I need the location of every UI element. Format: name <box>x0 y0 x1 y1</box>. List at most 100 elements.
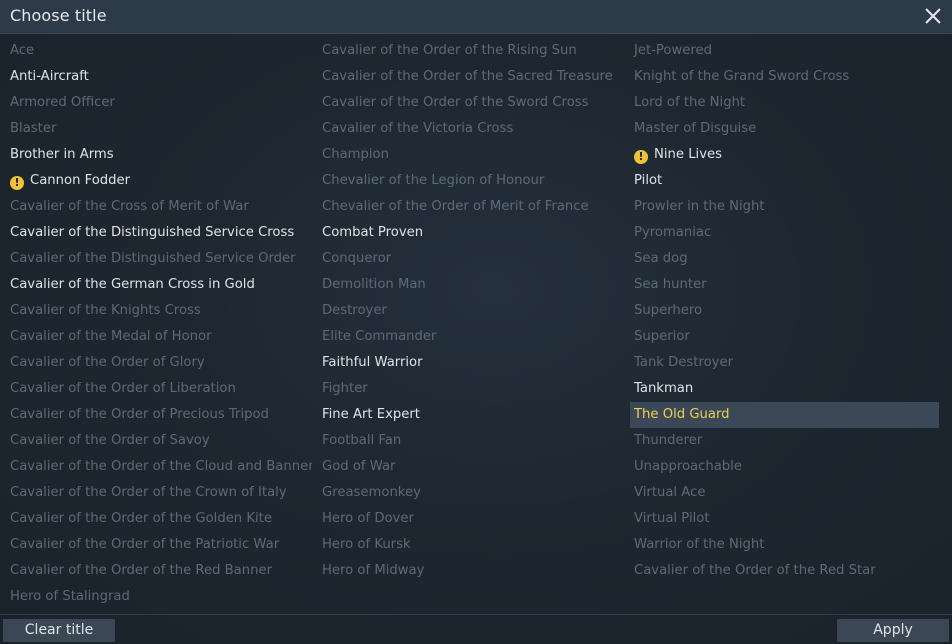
title-item[interactable]: Cavalier of the Order of Liberation <box>0 376 312 402</box>
title-item[interactable]: Anti-Aircraft <box>0 64 312 90</box>
title-item-label: Cavalier of the Order of the Cloud and B… <box>10 459 312 474</box>
title-item[interactable]: Ace <box>0 38 312 64</box>
title-item[interactable]: Cavalier of the Order of the Sword Cross <box>312 90 624 116</box>
title-item[interactable]: Sea hunter <box>624 272 936 298</box>
title-item[interactable]: Thunderer <box>624 428 936 454</box>
title-item[interactable]: Blaster <box>0 116 312 142</box>
title-item[interactable]: Hero of Stalingrad <box>0 584 312 610</box>
title-item-label: Hero of Midway <box>322 563 425 578</box>
title-item[interactable]: Cavalier of the Order of Precious Tripod <box>0 402 312 428</box>
title-item[interactable]: Prowler in the Night <box>624 194 936 220</box>
title-item[interactable]: Cavalier of the Order of the Crown of It… <box>0 480 312 506</box>
title-item[interactable]: Virtual Ace <box>624 480 936 506</box>
title-item-label: Tank Destroyer <box>634 355 733 370</box>
title-item-label: Thunderer <box>634 433 703 448</box>
title-item[interactable]: Cavalier of the Order of the Sacred Trea… <box>312 64 624 90</box>
title-item[interactable]: Cavalier of the Order of the Patriotic W… <box>0 532 312 558</box>
title-item-label: Pilot <box>634 173 663 188</box>
title-item-label: Football Fan <box>322 433 402 448</box>
title-item[interactable]: Jet-Powered <box>624 38 936 64</box>
title-item[interactable]: Conqueror <box>312 246 624 272</box>
title-item[interactable]: Destroyer <box>312 298 624 324</box>
title-item[interactable]: Cavalier of the Order of the Rising Sun <box>312 38 624 64</box>
title-item-label: Demolition Man <box>322 277 426 292</box>
close-button[interactable] <box>920 3 946 29</box>
title-item-label: Lord of the Night <box>634 95 746 110</box>
title-item[interactable]: The Old Guard <box>630 402 939 428</box>
title-item[interactable]: Cavalier of the German Cross in Gold <box>0 272 312 298</box>
title-item[interactable]: Combat Proven <box>312 220 624 246</box>
clear-title-button[interactable]: Clear title <box>3 619 115 642</box>
title-item-label: Nine Lives <box>654 147 722 162</box>
title-item[interactable]: Lord of the Night <box>624 90 936 116</box>
title-item-label: Virtual Pilot <box>634 511 710 526</box>
title-item[interactable]: Demolition Man <box>312 272 624 298</box>
warning-icon: ! <box>10 176 24 190</box>
title-item-label: Cavalier of the Order of the Rising Sun <box>322 43 577 58</box>
title-item-label: Cavalier of the Distinguished Service Cr… <box>10 225 295 240</box>
apply-button[interactable]: Apply <box>837 619 949 642</box>
title-item[interactable]: Football Fan <box>312 428 624 454</box>
title-item[interactable]: Sea dog <box>624 246 936 272</box>
title-item[interactable]: Warrior of the Night <box>624 532 936 558</box>
title-item-label: Faithful Warrior <box>322 355 423 370</box>
title-item[interactable]: Chevalier of the Order of Merit of Franc… <box>312 194 624 220</box>
title-item[interactable]: Champion <box>312 142 624 168</box>
title-item[interactable]: Master of Disguise <box>624 116 936 142</box>
title-item[interactable]: Cavalier of the Victoria Cross <box>312 116 624 142</box>
title-list: Ace Anti-Aircraft Armored Officer Blaster Br… <box>0 38 952 610</box>
title-item[interactable]: Cavalier of the Distinguished Service Or… <box>0 246 312 272</box>
title-item[interactable]: Cavalier of the Order of Glory <box>0 350 312 376</box>
title-item-label: Virtual Ace <box>634 485 706 500</box>
title-item[interactable]: Superhero <box>624 298 936 324</box>
title-item-label: Ace <box>10 43 35 58</box>
title-item-label: Armored Officer <box>10 95 115 110</box>
title-item-label: Cavalier of the Order of the Sacred Trea… <box>322 69 613 84</box>
title-item[interactable]: Fighter <box>312 376 624 402</box>
title-item[interactable]: God of War <box>312 454 624 480</box>
title-item[interactable]: Cavalier of the Order of the Red Banner <box>0 558 312 584</box>
title-item[interactable]: Cavalier of the Distinguished Service Cr… <box>0 220 312 246</box>
title-item[interactable]: ! Nine Lives <box>624 142 936 168</box>
title-item[interactable]: Superior <box>624 324 936 350</box>
title-item-label: Pyromaniac <box>634 225 712 240</box>
title-item[interactable]: Hero of Kursk <box>312 532 624 558</box>
title-item[interactable]: Brother in Arms <box>0 142 312 168</box>
warning-icon: ! <box>634 150 648 164</box>
title-item-label: Cannon Fodder <box>30 173 131 188</box>
title-item[interactable]: Cavalier of the Order of Savoy <box>0 428 312 454</box>
title-item[interactable]: Tank Destroyer <box>624 350 936 376</box>
title-item-label: Master of Disguise <box>634 121 757 136</box>
title-item[interactable]: Pilot <box>624 168 936 194</box>
title-item[interactable]: Armored Officer <box>0 90 312 116</box>
title-item-label: Combat Proven <box>322 225 424 240</box>
title-item-label: Prowler in the Night <box>634 199 765 214</box>
title-item[interactable]: Cavalier of the Medal of Honor <box>0 324 312 350</box>
title-item[interactable]: Hero of Midway <box>312 558 624 584</box>
title-item[interactable]: Cavalier of the Knights Cross <box>0 298 312 324</box>
title-item[interactable]: Pyromaniac <box>624 220 936 246</box>
title-item-label: Cavalier of the Order of the Sword Cross <box>322 95 589 110</box>
title-item-label: Anti-Aircraft <box>10 69 89 84</box>
title-item[interactable]: Faithful Warrior <box>312 350 624 376</box>
title-item[interactable]: Virtual Pilot <box>624 506 936 532</box>
title-item[interactable]: Cavalier of the Order of the Golden Kite <box>0 506 312 532</box>
title-item[interactable]: Knight of the Grand Sword Cross <box>624 64 936 90</box>
title-item-label: God of War <box>322 459 396 474</box>
title-item[interactable]: Greasemonkey <box>312 480 624 506</box>
title-item[interactable]: ! Cannon Fodder <box>0 168 312 194</box>
title-item[interactable]: Tankman <box>624 376 936 402</box>
title-item[interactable]: Hero of Dover <box>312 506 624 532</box>
title-item[interactable]: Fine Art Expert <box>312 402 624 428</box>
title-item[interactable]: Cavalier of the Cross of Merit of War <box>0 194 312 220</box>
title-item[interactable]: Cavalier of the Order of the Cloud and B… <box>0 454 312 480</box>
title-item[interactable]: Elite Commander <box>312 324 624 350</box>
title-item[interactable]: Unapproachable <box>624 454 936 480</box>
title-item[interactable]: Cavalier of the Order of the Red Star <box>624 558 936 584</box>
title-item-label: Hero of Kursk <box>322 537 411 552</box>
title-item-label: Cavalier of the Knights Cross <box>10 303 201 318</box>
title-item-label: Cavalier of the Order of Savoy <box>10 433 210 448</box>
title-item-label: Unapproachable <box>634 459 742 474</box>
title-item[interactable]: Chevalier of the Legion of Honour <box>312 168 624 194</box>
title-item-label: Greasemonkey <box>322 485 421 500</box>
